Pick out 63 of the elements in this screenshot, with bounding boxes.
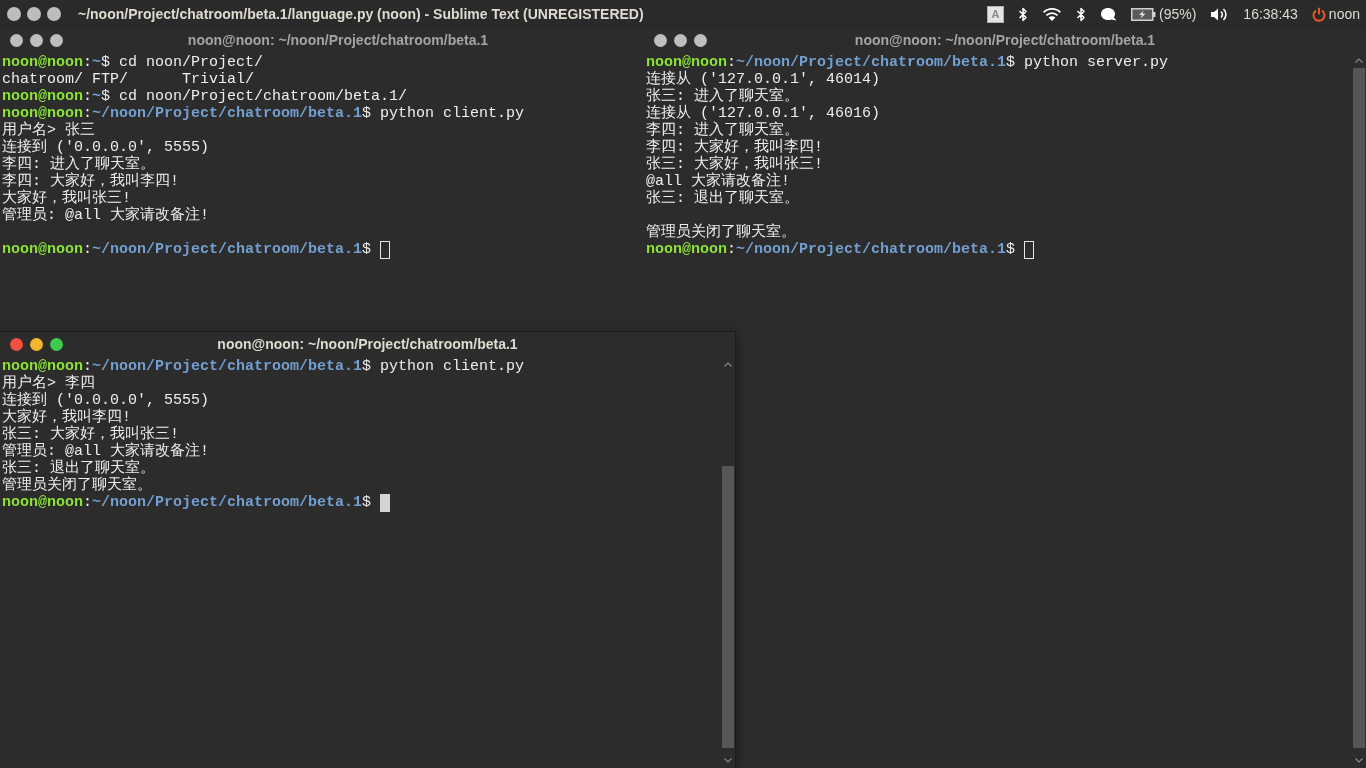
chevron-down-icon[interactable] — [724, 758, 732, 763]
minimize-button[interactable] — [674, 33, 687, 47]
maximize-button[interactable] — [47, 7, 61, 21]
clock-text[interactable]: 16:38:43 — [1243, 6, 1298, 22]
maximize-button[interactable] — [50, 337, 63, 351]
chevron-up-icon[interactable] — [1355, 58, 1363, 63]
output-line: chatroom/ FTP/ Trivial/ — [2, 71, 255, 88]
output-line: 管理员关闭了聊天室。 — [2, 477, 152, 494]
output-line: 连接到 ('0.0.0.0', 5555) — [2, 392, 210, 409]
close-button[interactable] — [10, 33, 23, 47]
battery-percentage: (95%) — [1159, 6, 1197, 22]
chevron-up-icon[interactable] — [724, 362, 732, 367]
output-line: @all 大家请改备注! — [646, 173, 790, 190]
output-line: 管理员: @all 大家请改备注! — [2, 207, 209, 224]
window-title: noon@noon: ~/noon/Project/chatroom/beta.1 — [187, 32, 489, 48]
prompt-line: noon@noon:~/noon/Project/chatroom/beta.1$ python client.py — [2, 358, 525, 375]
prompt-line: noon@noon:~/noon/Project/chatroom/beta.1$ — [2, 494, 372, 511]
speaker-icon[interactable] — [1210, 6, 1230, 22]
prompt-line: noon@noon:~$ cd noon/Project/chatroom/beta.1/ — [2, 88, 408, 105]
output-line: 张三: 退出了聊天室。 — [2, 460, 155, 477]
minimize-button[interactable] — [27, 7, 41, 21]
maximize-button[interactable] — [694, 33, 707, 47]
scrollbar-thumb[interactable] — [722, 466, 734, 748]
prompt-line: noon@noon:~/noon/Project/chatroom/beta.1$ — [646, 241, 1016, 258]
window-title: noon@noon: ~/noon/Project/chatroom/beta.1 — [854, 32, 1156, 48]
output-line: 张三: 大家好，我叫张三! — [646, 156, 823, 173]
output-line: 连接到 ('0.0.0.0', 5555) — [2, 139, 210, 156]
output-line: 用户名> 张三 — [2, 122, 95, 139]
chevron-down-icon[interactable] — [1355, 758, 1363, 763]
output-line: 李四: 进入了聊天室。 — [2, 156, 155, 173]
output-line: 张三: 进入了聊天室。 — [646, 88, 799, 105]
window-title: ~/noon/Project/chatroom/beta.1/language.py (noon) - Sublime Text (UNREGISTERED) — [78, 6, 644, 22]
speech-bubble-icon[interactable] — [1100, 6, 1117, 22]
output-line: 大家好，我叫张三! — [2, 190, 131, 207]
bluetooth-icon[interactable] — [1076, 6, 1086, 22]
power-icon[interactable] — [1311, 6, 1326, 22]
prompt-line: noon@noon:~/noon/Project/chatroom/beta.1$ python server.py — [646, 54, 1169, 71]
output-line: 李四: 大家好，我叫李四! — [646, 139, 823, 156]
prompt-line: noon@noon:~$ cd noon/Project/ — [2, 54, 264, 71]
bluetooth-icon[interactable] — [1018, 6, 1028, 22]
output-line: 管理员关闭了聊天室。 — [646, 224, 796, 241]
minimize-button[interactable] — [30, 337, 43, 351]
output-line: 连接从 ('127.0.0.1', 46014) — [646, 71, 881, 88]
prompt-line: noon@noon:~/noon/Project/chatroom/beta.1$ — [2, 241, 372, 258]
close-button[interactable] — [7, 7, 21, 21]
output-line: 管理员: @all 大家请改备注! — [2, 443, 209, 460]
user-name[interactable]: noon — [1328, 6, 1360, 22]
minimize-button[interactable] — [30, 33, 43, 47]
output-line: 张三: 退出了聊天室。 — [646, 190, 799, 207]
prompt-line: noon@noon:~/noon/Project/chatroom/beta.1$ python client.py — [2, 105, 525, 122]
output-line: 大家好，我叫李四! — [2, 409, 131, 426]
battery-icon[interactable] — [1131, 7, 1156, 21]
output-line: 李四: 大家好，我叫李四! — [2, 173, 179, 190]
output-line: 连接从 ('127.0.0.1', 46016) — [646, 105, 881, 122]
wifi-icon[interactable] — [1042, 6, 1062, 22]
close-button[interactable] — [10, 337, 23, 351]
maximize-button[interactable] — [50, 33, 63, 47]
output-line: 李四: 进入了聊天室。 — [646, 122, 799, 139]
window-title: noon@noon: ~/noon/Project/chatroom/beta.1 — [217, 336, 518, 352]
output-line: 用户名> 李四 — [2, 375, 95, 392]
scrollbar-thumb[interactable] — [1353, 68, 1365, 748]
close-button[interactable] — [654, 33, 667, 47]
output-line: 张三: 大家好，我叫张三! — [2, 426, 179, 443]
